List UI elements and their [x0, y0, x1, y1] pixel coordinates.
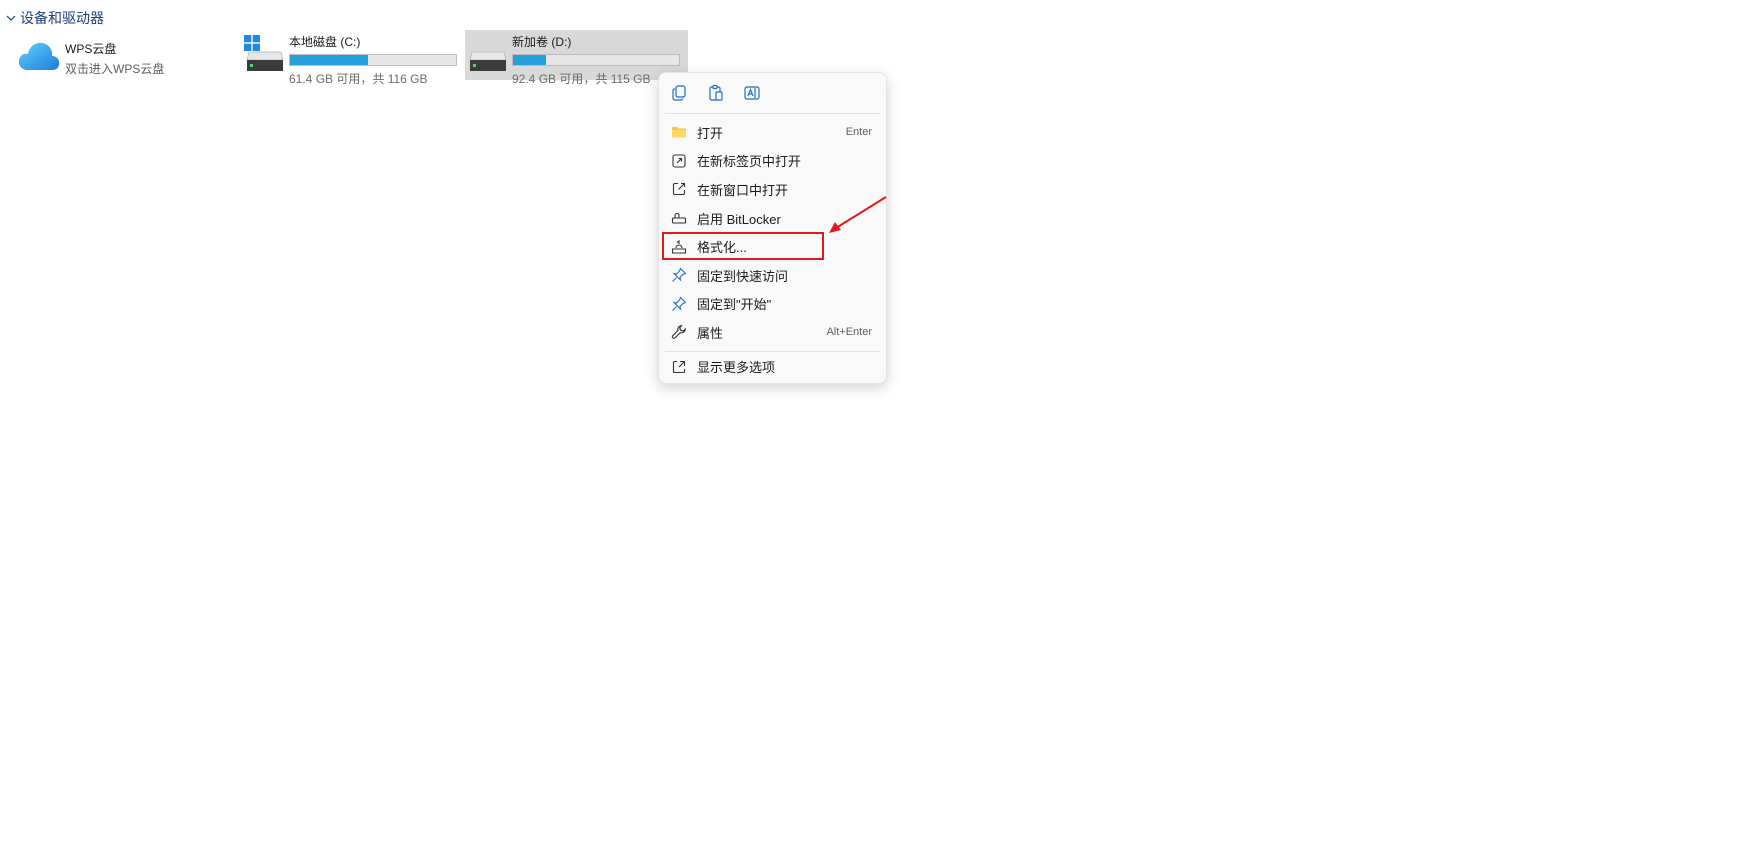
drive-name: 新加卷 (D:) — [512, 35, 572, 49]
hard-drive-icon — [469, 51, 507, 71]
menu-item-label: 固定到"开始" — [697, 297, 772, 313]
drive-usage-fill — [290, 55, 369, 65]
key-icon — [671, 213, 687, 224]
menu-item-open-new-tab[interactable]: 在新标签页中打开 — [659, 147, 886, 176]
menu-item-properties[interactable]: 属性 Alt+Enter — [659, 318, 886, 347]
folder-icon — [672, 127, 686, 138]
menu-item-pin-quick-access[interactable]: 固定到快速访问 — [659, 261, 886, 290]
section-title: 设备和驱动器 — [20, 10, 104, 26]
menu-item-shortcut: Alt+Enter — [826, 326, 872, 339]
menu-item-label: 属性 — [697, 325, 724, 341]
drive-usage-bar — [289, 54, 457, 66]
menu-item-label: 启用 BitLocker — [697, 211, 781, 227]
annotation-arrow-icon — [829, 196, 887, 233]
explorer-view: 设备和驱动器 WPS云盘 双击进入WPS云盘 本地磁盘 (C:) 61.4 GB… — [0, 0, 1760, 866]
chevron-down-icon — [6, 15, 16, 21]
windows-logo-icon — [244, 35, 260, 51]
pin-icon — [672, 296, 687, 311]
drive-usage-bar — [512, 54, 680, 66]
hard-drive-icon — [246, 51, 284, 71]
open-window-icon — [672, 183, 686, 196]
section-devices-drives[interactable]: 设备和驱动器 — [6, 8, 104, 28]
drive-c[interactable]: 本地磁盘 (C:) 61.4 GB 可用，共 116 GB — [242, 30, 462, 86]
wps-subtitle: 双击进入WPS云盘 — [65, 62, 165, 76]
menu-item-shortcut: Enter — [845, 126, 872, 139]
wps-cloud-item[interactable]: WPS云盘 双击进入WPS云盘 — [18, 38, 218, 78]
menu-item-show-more-options[interactable]: 显示更多选项 — [659, 352, 886, 382]
drive-free-space: 61.4 GB 可用，共 116 GB — [289, 72, 428, 86]
drive-usage-fill — [513, 55, 547, 65]
context-menu-quick-actions — [659, 73, 886, 113]
menu-item-pin-start[interactable]: 固定到"开始" — [659, 290, 886, 319]
wps-title: WPS云盘 — [65, 42, 117, 56]
menu-item-label: 显示更多选项 — [697, 360, 776, 376]
menu-item-label: 打开 — [697, 125, 724, 141]
drive-d[interactable]: 新加卷 (D:) 92.4 GB 可用，共 115 GB — [465, 30, 688, 86]
rename-icon[interactable] — [743, 84, 761, 102]
drive-name: 本地磁盘 (C:) — [289, 35, 361, 49]
pin-icon — [672, 267, 687, 283]
copy-icon[interactable] — [671, 84, 689, 102]
cloud-icon — [18, 42, 60, 70]
menu-item-label: 在新标签页中打开 — [697, 154, 802, 170]
open-tab-icon — [672, 154, 686, 168]
menu-item-label: 在新窗口中打开 — [697, 182, 789, 198]
paste-icon[interactable] — [707, 84, 725, 102]
more-options-icon — [672, 360, 686, 373]
menu-item-open[interactable]: 打开 Enter — [659, 118, 886, 147]
drive-free-space: 92.4 GB 可用，共 115 GB — [512, 72, 651, 86]
menu-item-label: 固定到快速访问 — [697, 268, 789, 284]
annotation-highlight-box — [662, 232, 824, 260]
wrench-icon — [671, 325, 686, 340]
